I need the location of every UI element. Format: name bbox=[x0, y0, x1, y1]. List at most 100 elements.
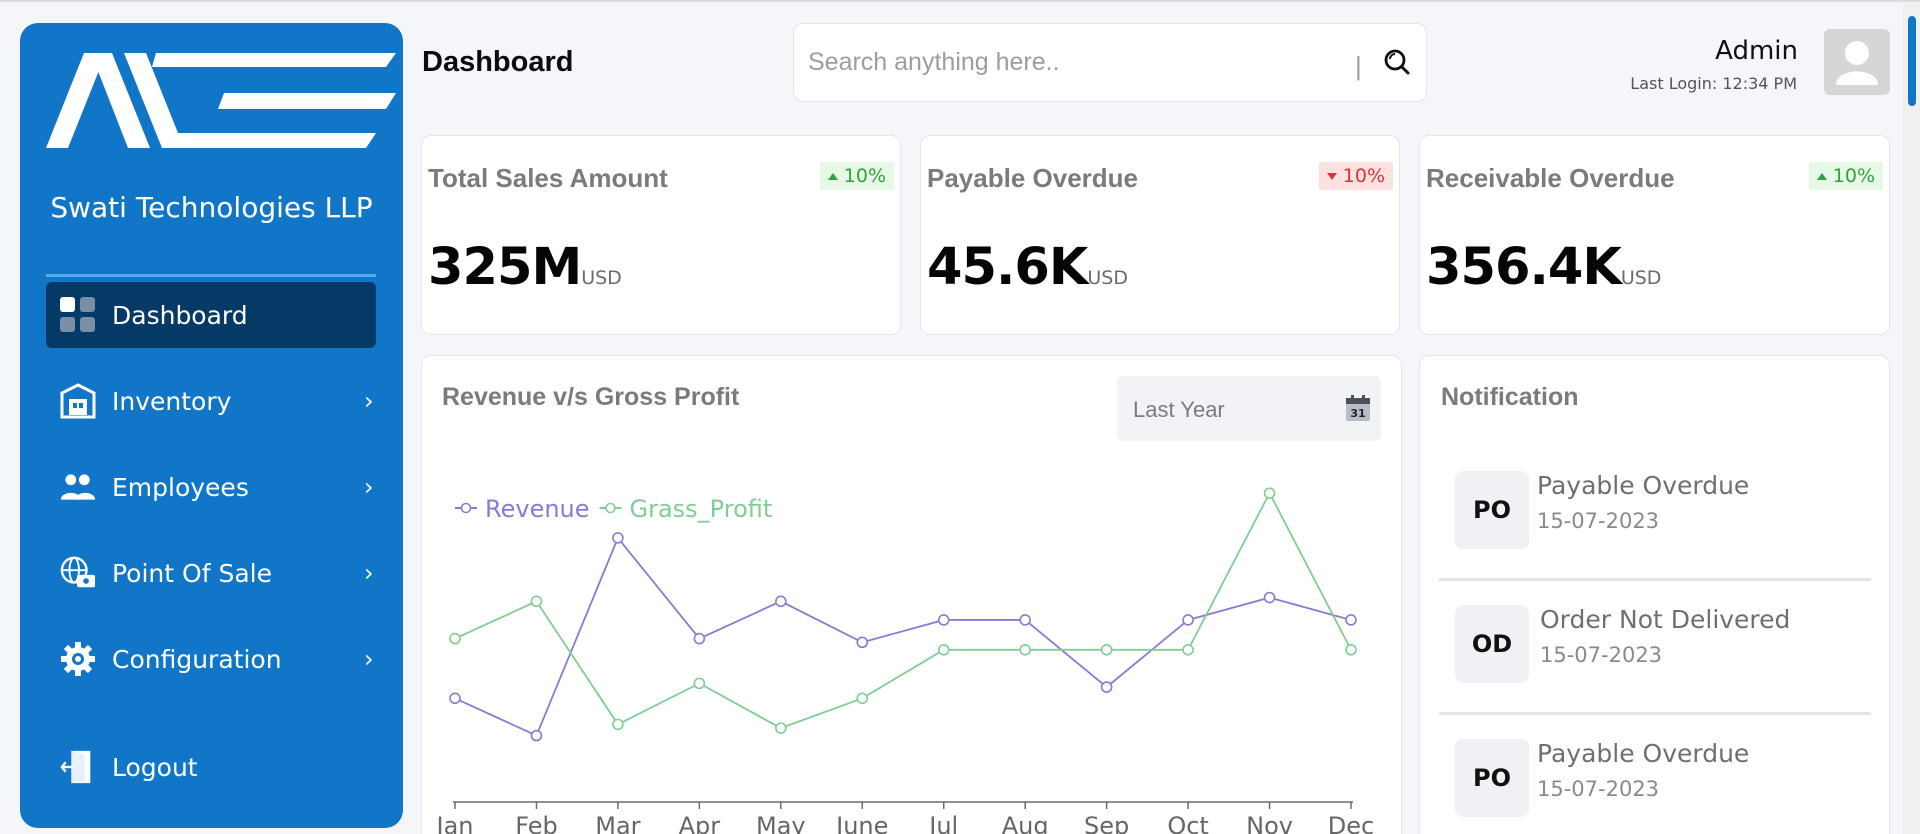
chevron-right-icon: › bbox=[364, 559, 374, 587]
sidebar-item-dashboard[interactable]: Dashboard bbox=[46, 282, 376, 348]
legend-marker bbox=[605, 502, 616, 514]
logout-button[interactable]: Logout bbox=[46, 734, 376, 800]
legend-label: Grass_Profit bbox=[630, 495, 773, 523]
users-icon bbox=[60, 469, 96, 505]
user-name: Admin bbox=[1715, 36, 1798, 66]
notification-text: Payable Overdue bbox=[1537, 471, 1750, 500]
arrow-up-icon bbox=[827, 172, 838, 180]
data-point-grass_profit bbox=[1100, 643, 1113, 656]
logout-door-icon bbox=[60, 749, 96, 785]
search-input[interactable] bbox=[808, 42, 1328, 82]
notification-badge: OD bbox=[1455, 605, 1529, 683]
sidebar-item-configuration[interactable]: Configuration › bbox=[46, 626, 376, 692]
data-point-grass_profit bbox=[775, 722, 787, 734]
arrow-down-icon bbox=[1326, 172, 1337, 180]
sidebar-item-label: Configuration bbox=[112, 644, 282, 674]
kpi-change: 10% bbox=[1832, 165, 1875, 187]
kpi-change: 10% bbox=[843, 165, 886, 187]
x-tick-label: Apr bbox=[679, 812, 721, 834]
search-icon[interactable] bbox=[1383, 48, 1411, 76]
x-tick-label: Jan bbox=[435, 812, 474, 834]
series-line-revenue bbox=[454, 536, 1352, 737]
chevron-right-icon: › bbox=[364, 387, 374, 415]
legend-label: Revenue bbox=[485, 495, 590, 523]
data-point-grass_profit bbox=[693, 677, 706, 690]
company-name: Swati Technologies LLP bbox=[50, 191, 373, 224]
page-title: Dashboard bbox=[422, 46, 574, 78]
kpi-title: Payable Overdue bbox=[927, 163, 1138, 193]
data-point-grass_profit bbox=[530, 595, 543, 608]
trend-up-badge: 10% bbox=[819, 162, 894, 190]
last-login: Last Login: 12:34 PM bbox=[1630, 74, 1797, 93]
calendar-day: 31 bbox=[1350, 407, 1365, 420]
kpi-title: Receivable Overdue bbox=[1426, 163, 1675, 193]
kpi-amount: 325M bbox=[428, 238, 582, 297]
data-point-revenue bbox=[449, 692, 461, 705]
dashboard-grid-icon bbox=[60, 297, 96, 333]
data-point-revenue bbox=[856, 636, 869, 649]
data-point-revenue bbox=[612, 532, 624, 544]
sidebar-item-label: Employees bbox=[112, 472, 249, 502]
data-point-revenue bbox=[530, 729, 543, 742]
notification-badge: PO bbox=[1455, 739, 1529, 817]
series-line-grass_profit bbox=[454, 491, 1352, 730]
legend-marker bbox=[460, 502, 472, 514]
window-top-border bbox=[0, 0, 1920, 2]
x-tick-label: Sep bbox=[1084, 812, 1129, 834]
sidebar-item-employees[interactable]: Employees › bbox=[46, 454, 376, 520]
notification-badge: PO bbox=[1455, 471, 1529, 549]
notification-text: Payable Overdue bbox=[1537, 739, 1750, 768]
x-tick-label: Jul bbox=[927, 812, 958, 834]
data-point-grass_profit bbox=[1182, 643, 1194, 656]
data-point-revenue bbox=[775, 595, 787, 608]
user-avatar-icon bbox=[1836, 41, 1878, 85]
data-point-grass_profit bbox=[1345, 643, 1357, 656]
data-point-grass_profit bbox=[1019, 643, 1031, 656]
notification-item[interactable]: PO Payable Overdue 15-07-2023 bbox=[1439, 715, 1871, 834]
avatar[interactable] bbox=[1824, 29, 1890, 95]
data-point-revenue bbox=[1263, 591, 1276, 604]
notification-date: 15-07-2023 bbox=[1537, 777, 1660, 801]
notification-date: 15-07-2023 bbox=[1540, 643, 1663, 667]
scrollbar-thumb[interactable] bbox=[1908, 16, 1916, 106]
data-point-revenue bbox=[693, 632, 706, 645]
trend-down-badge: 10% bbox=[1318, 162, 1393, 190]
notification-item[interactable]: PO Payable Overdue 15-07-2023 bbox=[1439, 447, 1871, 581]
date-range-picker[interactable]: Last Year 31 bbox=[1117, 376, 1381, 441]
kpi-value: 325MUSD bbox=[428, 238, 622, 297]
data-point-revenue bbox=[1019, 614, 1031, 626]
vertical-scrollbar[interactable] bbox=[1903, 2, 1920, 834]
kpi-title: Total Sales Amount bbox=[428, 163, 668, 193]
revenue-chart-card: Jan Feb Mar Apr May June Jul Aug Sep Oct Nov Dec Rev… bbox=[421, 355, 1402, 834]
sidebar-item-point-of-sale[interactable]: Point Of Sale › bbox=[46, 540, 376, 606]
data-point-revenue bbox=[1100, 681, 1113, 693]
notification-title: Notification bbox=[1441, 383, 1579, 411]
sidebar-item-inventory[interactable]: Inventory › bbox=[46, 368, 376, 434]
gear-icon bbox=[60, 641, 96, 677]
kpi-unit: USD bbox=[1620, 267, 1662, 289]
calendar-icon: 31 bbox=[1346, 395, 1370, 421]
globe-cash-icon bbox=[60, 555, 96, 591]
x-tick-label: May bbox=[756, 812, 806, 834]
x-tick-label: Nov bbox=[1246, 812, 1293, 834]
notification-panel: Notification PO Payable Overdue 15-07-20… bbox=[1419, 355, 1890, 834]
ace-logo bbox=[46, 53, 396, 148]
logout-label: Logout bbox=[112, 752, 198, 782]
kpi-card-receivable-overdue: Receivable Overdue 10% 356.4KUSD bbox=[1419, 135, 1890, 335]
search-separator: | bbox=[1355, 51, 1362, 81]
data-point-grass_profit bbox=[1263, 487, 1276, 499]
kpi-unit: USD bbox=[1087, 267, 1128, 289]
notification-item[interactable]: OD Order Not Delivered 15-07-2023 bbox=[1439, 581, 1871, 715]
x-tick-label: Aug bbox=[1002, 812, 1049, 834]
sidebar-item-label: Point Of Sale bbox=[112, 558, 272, 588]
notification-date: 15-07-2023 bbox=[1537, 509, 1660, 533]
chart-title: Revenue v/s Gross Profit bbox=[442, 383, 740, 411]
data-point-revenue bbox=[937, 614, 950, 626]
data-point-revenue bbox=[1182, 614, 1194, 626]
search-bar: | bbox=[793, 23, 1427, 102]
x-tick-label: June bbox=[834, 812, 888, 834]
chevron-right-icon: › bbox=[364, 473, 374, 501]
sidebar-divider bbox=[46, 274, 376, 277]
notification-text: Order Not Delivered bbox=[1540, 605, 1791, 634]
arrow-up-icon bbox=[1816, 172, 1827, 180]
